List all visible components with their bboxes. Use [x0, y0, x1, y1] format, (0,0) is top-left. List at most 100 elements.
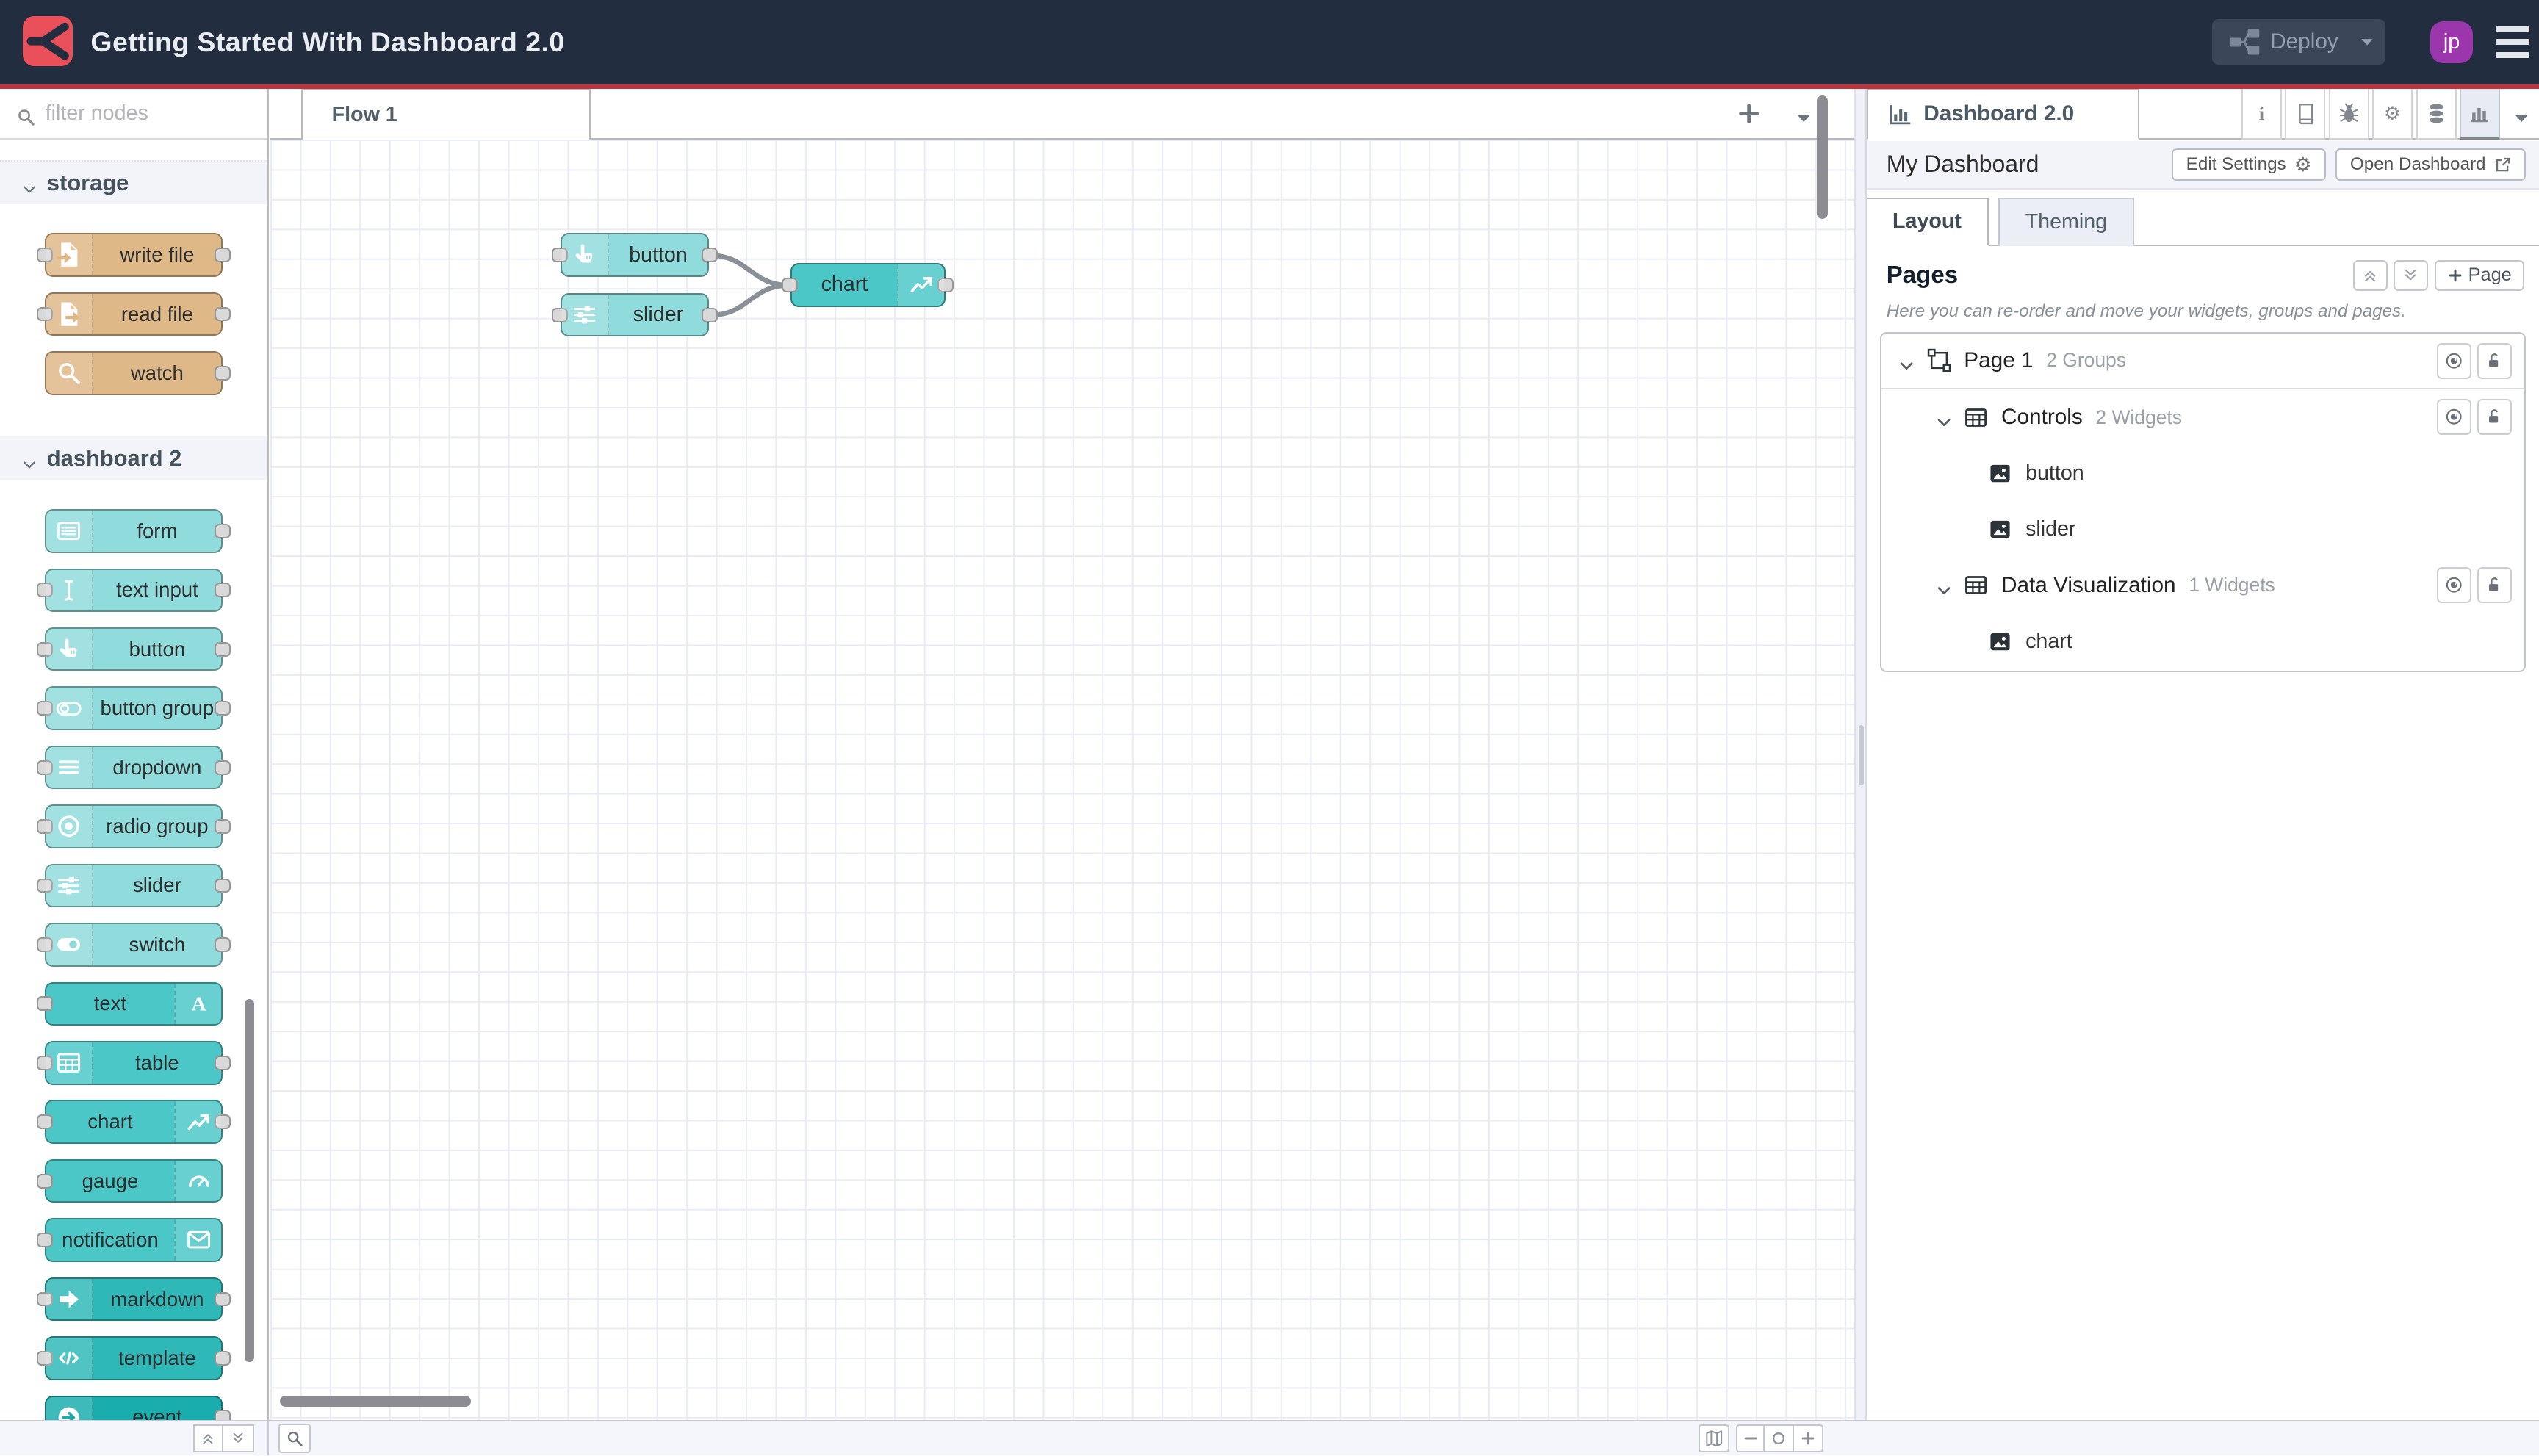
tree-item-controls [2437, 567, 2512, 603]
chart-line-icon [174, 1101, 222, 1142]
user-avatar[interactable]: jp [2430, 21, 2473, 63]
node-form[interactable]: form [44, 509, 231, 553]
node-switch[interactable]: switch [36, 923, 231, 967]
node-button[interactable]: button [36, 627, 231, 671]
node-gauge[interactable]: gauge [36, 1158, 223, 1203]
node-markdown[interactable]: markdown [36, 1277, 231, 1322]
zoom-in-button[interactable] [1794, 1424, 1823, 1452]
file-export-icon [46, 293, 93, 335]
flow-canvas: Flow 1 button slider chart [270, 89, 1854, 1420]
node-button-group[interactable]: button group [36, 686, 231, 730]
splitter-handle[interactable] [1859, 725, 1864, 785]
search-icon [16, 104, 35, 126]
flow-tabbar: Flow 1 [270, 89, 1854, 140]
tree-item-count: 1 Widgets [2189, 574, 2275, 597]
node-notification[interactable]: notification [36, 1218, 223, 1262]
node-read-file[interactable]: read file [36, 292, 231, 336]
palette-filter-input[interactable] [45, 101, 232, 126]
lock-toggle-button[interactable] [2477, 399, 2512, 435]
palette-collapse-all-button[interactable] [192, 1424, 224, 1452]
node-slider[interactable]: slider [36, 863, 231, 908]
pages-header: Pages Page [1867, 256, 2539, 295]
dashboard-tab-button[interactable] [2460, 89, 2501, 140]
object-group-icon [1927, 348, 1951, 372]
image-icon [1988, 517, 2012, 541]
flow-tab[interactable]: Flow 1 [300, 89, 591, 140]
tree-item-label: chart [2025, 629, 2072, 653]
open-dashboard-button[interactable]: Open Dashboard [2335, 148, 2527, 181]
workspace-grid[interactable]: button slider chart [270, 139, 1854, 1420]
palette-filter[interactable] [0, 89, 267, 140]
node-template[interactable]: template [36, 1336, 231, 1380]
plus-icon [2447, 267, 2463, 284]
tab-layout[interactable]: Layout [1867, 197, 1989, 246]
navigator-map-button[interactable] [1699, 1424, 1729, 1452]
visibility-toggle-button[interactable] [2437, 567, 2471, 603]
palette-expand-all-button[interactable] [223, 1424, 255, 1452]
info-tab-button[interactable]: i [2241, 89, 2282, 140]
sidebar-splitter[interactable] [1854, 89, 1868, 1456]
node-event[interactable]: event [44, 1395, 231, 1420]
node-chart[interactable]: chart [782, 263, 954, 307]
deploy-button-label: Deploy [2270, 29, 2338, 54]
node-table[interactable]: table [36, 1041, 231, 1085]
help-tab-button[interactable] [2285, 89, 2326, 140]
dashboard-panel-header: My Dashboard Edit Settings ⚙ Open Dashbo… [1867, 140, 2539, 190]
palette-category-storage[interactable]: storage [0, 160, 267, 204]
canvas-search-button[interactable] [278, 1424, 311, 1454]
pages-title: Pages [1886, 261, 1959, 289]
node-dropdown[interactable]: dropdown [36, 745, 231, 790]
lock-toggle-button[interactable] [2477, 567, 2512, 603]
canvas-vertical-scrollbar[interactable] [1817, 95, 1829, 219]
main-menu-button[interactable] [2495, 26, 2529, 59]
expand-all-button[interactable] [2394, 259, 2428, 291]
canvas-horizontal-scrollbar[interactable] [280, 1395, 472, 1408]
chevron-down-icon[interactable] [1935, 577, 1953, 594]
debug-tab-button[interactable] [2328, 89, 2369, 140]
node-chart[interactable]: chart [36, 1100, 231, 1144]
chevron-down-icon[interactable] [1898, 352, 1915, 370]
tree-row-button[interactable]: button [1881, 445, 2524, 501]
add-flow-button[interactable] [1736, 101, 1765, 130]
palette-category-dashboard-2[interactable]: dashboard 2 [0, 436, 267, 480]
tree-row-page-1[interactable]: Page 1 2 Groups [1881, 334, 2525, 390]
tree-item-label: button [2025, 461, 2084, 485]
node-watch[interactable]: watch [44, 351, 231, 395]
palette-scrollbar[interactable] [244, 998, 255, 1362]
node-slider[interactable]: slider [552, 292, 718, 337]
chevron-down-icon[interactable] [1935, 408, 1953, 426]
edit-settings-button[interactable]: Edit Settings ⚙ [2172, 148, 2327, 181]
deploy-button[interactable]: Deploy [2211, 19, 2385, 65]
node-text-input[interactable]: text input [36, 568, 231, 613]
pages-actions: Page [2353, 259, 2525, 291]
node-label: watch [130, 361, 184, 384]
tree-row-controls[interactable]: Controls 2 Widgets [1881, 389, 2524, 445]
node-radio-group[interactable]: radio group [36, 804, 231, 848]
node-write-file[interactable]: write file [36, 233, 231, 277]
tree-row-data-visualization[interactable]: Data Visualization 1 Widgets [1881, 558, 2524, 613]
node-button[interactable]: button [552, 233, 718, 277]
node-text[interactable]: Atext [36, 981, 223, 1026]
palette-scroll-area: storage write file read file watch dashboard… [0, 141, 267, 1420]
tab-theming[interactable]: Theming [1998, 197, 2134, 246]
context-tab-button[interactable] [2416, 89, 2457, 140]
sidebar-menu-caret-icon[interactable] [2512, 105, 2531, 124]
arrow-right-icon [46, 1278, 93, 1320]
flow-list-caret-icon[interactable] [1794, 105, 1813, 124]
lock-toggle-button[interactable] [2477, 343, 2512, 379]
sidebar-tab-dashboard[interactable]: Dashboard 2.0 [1867, 89, 2139, 140]
sliders-icon [46, 865, 93, 907]
palette-category-label: storage [46, 169, 129, 195]
add-page-button[interactable]: Page [2434, 259, 2525, 291]
collapse-all-button[interactable] [2353, 259, 2388, 291]
zoom-out-button[interactable] [1735, 1424, 1765, 1452]
deploy-options-caret-icon[interactable] [2349, 19, 2385, 65]
canvas-footer [270, 1421, 1854, 1455]
visibility-toggle-button[interactable] [2437, 343, 2471, 379]
config-tab-button[interactable]: ⚙ [2372, 89, 2413, 140]
image-icon [1988, 461, 2012, 486]
zoom-reset-button[interactable] [1765, 1424, 1795, 1452]
tree-row-slider[interactable]: slider [1881, 502, 2524, 558]
tree-row-chart[interactable]: chart [1881, 613, 2524, 669]
visibility-toggle-button[interactable] [2437, 399, 2471, 435]
